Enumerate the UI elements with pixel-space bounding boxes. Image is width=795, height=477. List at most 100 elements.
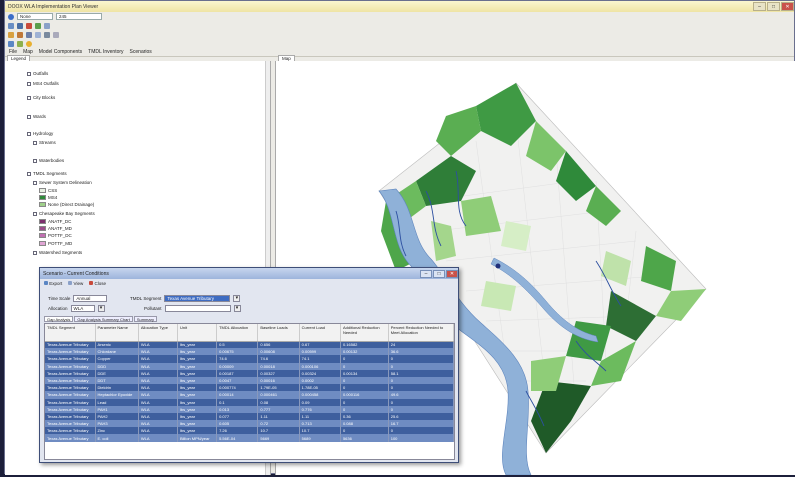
- pollutant-select[interactable]: [164, 305, 231, 312]
- tab-gap-analysis-summary-chart[interactable]: Gap Analysis Summary Chart: [74, 316, 133, 322]
- table-cell: 0.00132: [340, 348, 389, 356]
- legend-item[interactable]: ANATF_DC: [39, 219, 71, 224]
- dialog-minimize-button[interactable]: –: [420, 269, 432, 278]
- column-header[interactable]: Parameter Name: [95, 324, 139, 342]
- pan-icon[interactable]: [8, 22, 14, 29]
- time-scale-select[interactable]: Annual: [73, 295, 108, 302]
- legend-item[interactable]: TMDL Segments: [27, 171, 67, 176]
- legend-item[interactable]: ANATF_MD: [39, 226, 72, 231]
- table-row[interactable]: Texas Avenue Tributary Lead WLA lbs_year 0.1…: [45, 398, 454, 406]
- table-row[interactable]: Texas Avenue Tributary Zinc WLA lbs_year 7.2…: [45, 427, 454, 435]
- column-header[interactable]: TMDL Allocation: [216, 324, 259, 342]
- legend-item[interactable]: Hydrology: [27, 131, 53, 136]
- menu-tmdl-inventory[interactable]: TMDL Inventory: [88, 49, 123, 55]
- export-button[interactable]: Export: [44, 280, 62, 286]
- close-button[interactable]: ✕: [781, 2, 794, 11]
- table-cell: 0.656: [257, 341, 300, 349]
- legend-item[interactable]: CSS: [39, 188, 57, 193]
- column-header[interactable]: Unit: [177, 324, 218, 342]
- pollutant-spin-button[interactable]: ▾: [233, 305, 241, 312]
- legend-item[interactable]: POTTF_DC: [39, 233, 72, 238]
- zoom-select[interactable]: 245: [56, 13, 102, 20]
- tab-summary[interactable]: Summary: [133, 316, 157, 322]
- previous-extent-icon[interactable]: [35, 31, 41, 38]
- table-cell: Texas Avenue Tributary: [45, 376, 96, 385]
- minimize-button[interactable]: –: [753, 2, 766, 11]
- globe-icon[interactable]: [8, 13, 14, 20]
- tmdl-segment-spin-button[interactable]: ▾: [233, 295, 241, 302]
- layer-checkbox[interactable]: [33, 180, 37, 185]
- map-tab[interactable]: Map: [278, 55, 295, 61]
- legend-item[interactable]: MS4: [39, 195, 57, 200]
- table-row[interactable]: Texas Avenue Tributary E. coli WLA Billion …: [45, 434, 454, 442]
- table-icon[interactable]: [44, 22, 50, 29]
- zoom-in-icon[interactable]: [8, 31, 14, 38]
- column-header[interactable]: Baseline Loads: [257, 324, 300, 342]
- legend-item[interactable]: Outfalls: [27, 71, 48, 76]
- dialog-close-toolbar-button[interactable]: Close: [89, 280, 106, 286]
- tab-gap-analysis[interactable]: Gap Analysis: [44, 316, 74, 322]
- column-header[interactable]: Allocation Type: [138, 324, 178, 342]
- dialog-maximize-button[interactable]: □: [433, 269, 445, 278]
- layer-checkbox[interactable]: [27, 171, 31, 176]
- allocation-select[interactable]: WLA: [70, 305, 95, 312]
- identify-icon[interactable]: [17, 22, 23, 29]
- table-row[interactable]: Texas Avenue Tributary DDD WLA lbs_year 0.00…: [45, 362, 454, 370]
- legend-item[interactable]: POTTF_MD: [39, 241, 72, 246]
- menu-scenarios[interactable]: Scenarios: [130, 49, 152, 55]
- table-row[interactable]: Texas Avenue Tributary DDE WLA lbs_year 0.00…: [45, 369, 454, 377]
- measure-icon[interactable]: [8, 40, 14, 47]
- menu-model-components[interactable]: Model Components: [39, 49, 82, 55]
- table-row[interactable]: Texas Avenue Tributary PAH2 WLA lbs_year 0.0…: [45, 412, 454, 421]
- column-header[interactable]: Percent Reduction Needed to Meet Allocat…: [388, 324, 454, 342]
- legend-item[interactable]: Sewer System Delineation: [33, 180, 92, 185]
- tmdl-segment-select[interactable]: Texas Avenue Tributary: [164, 295, 231, 302]
- table-row[interactable]: Texas Avenue Tributary Chlordane WLA lbs_ye…: [45, 348, 454, 356]
- full-extent-icon[interactable]: [26, 31, 32, 38]
- table-row[interactable]: Texas Avenue Tributary Dieldrin WLA lbs_yea…: [45, 384, 454, 392]
- allocation-spin-button[interactable]: ▾: [97, 305, 105, 312]
- layer-checkbox[interactable]: [27, 131, 31, 136]
- column-header[interactable]: TMDL Segment: [45, 324, 96, 342]
- table-row[interactable]: Texas Avenue Tributary Arsenic WLA lbs_year…: [45, 341, 454, 349]
- legend-item[interactable]: City Blocks: [27, 95, 55, 100]
- layer-checkbox[interactable]: [33, 250, 37, 255]
- table-cell: 0: [340, 355, 389, 363]
- layer-checkbox[interactable]: [27, 114, 31, 119]
- layer-checkbox[interactable]: [33, 211, 37, 216]
- legend-item[interactable]: Wards: [27, 114, 46, 119]
- legend-item[interactable]: Watershed Segments: [33, 250, 82, 255]
- legend-item[interactable]: Waterbodies: [33, 158, 64, 163]
- legend-item[interactable]: Streams: [33, 140, 56, 145]
- view-button[interactable]: View: [68, 280, 83, 286]
- maximize-button[interactable]: □: [767, 2, 780, 11]
- select-icon[interactable]: [26, 22, 32, 29]
- refresh-icon[interactable]: [53, 31, 59, 38]
- column-header[interactable]: Current Load: [299, 324, 341, 342]
- layer-checkbox[interactable]: [33, 140, 37, 145]
- layer-icon[interactable]: [35, 22, 41, 29]
- info-icon[interactable]: [26, 40, 32, 47]
- table-row[interactable]: Texas Avenue Tributary PAH1 WLA lbs_year 0.0…: [45, 405, 454, 413]
- legend-item[interactable]: None (Direct Drainage): [39, 202, 94, 207]
- table-cell: 0: [388, 376, 454, 385]
- dialog-close-button[interactable]: ✕: [446, 269, 458, 278]
- table-row[interactable]: Texas Avenue Tributary Heptachlor Epoxide…: [45, 391, 454, 399]
- scale-select[interactable]: None: [17, 13, 53, 20]
- add-data-icon[interactable]: [17, 40, 23, 47]
- column-header[interactable]: Additional Reduction Needed: [340, 324, 389, 342]
- table-cell: PAH1: [95, 405, 139, 413]
- legend-item[interactable]: Chesapeake Bay Segments: [33, 211, 95, 216]
- layer-checkbox[interactable]: [27, 81, 31, 86]
- layer-checkbox[interactable]: [27, 71, 31, 76]
- table-row[interactable]: Texas Avenue Tributary DDT WLA lbs_year 0.00…: [45, 376, 454, 385]
- table-row[interactable]: Texas Avenue Tributary PAH3 WLA lbs_year 0.6…: [45, 420, 454, 428]
- layer-checkbox[interactable]: [33, 158, 37, 163]
- legend-item[interactable]: MS4 Outfalls: [27, 81, 59, 86]
- legend-tab[interactable]: Legend: [7, 55, 31, 61]
- layer-checkbox[interactable]: [27, 95, 31, 100]
- zoom-out-icon[interactable]: [17, 31, 23, 38]
- table-row[interactable]: Texas Avenue Tributary Copper WLA lbs_year 7…: [45, 355, 454, 363]
- pollutant-label: Pollutant: [144, 306, 162, 311]
- next-extent-icon[interactable]: [44, 31, 50, 38]
